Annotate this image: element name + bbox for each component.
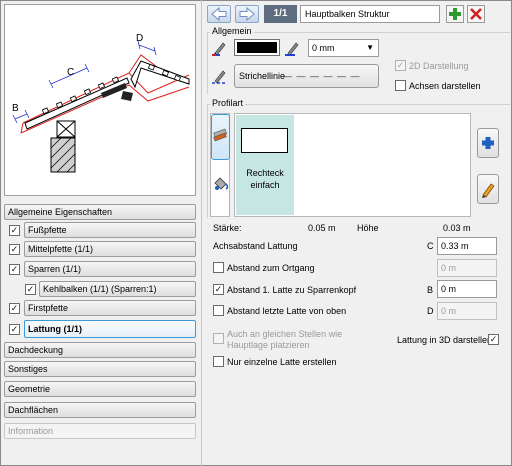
- nav-label: Geometrie: [8, 384, 51, 394]
- abstand-erste-latte-letter: B: [427, 285, 434, 295]
- dim-letter-c: C: [67, 67, 75, 78]
- nav-sparren[interactable]: Sparren (1/1): [24, 261, 196, 277]
- nav-geometrie[interactable]: Geometrie: [4, 381, 196, 397]
- profile-list: Rechteck einfach: [234, 113, 471, 217]
- close-icon[interactable]: [467, 5, 485, 23]
- nav-dachflaechen[interactable]: Dachflächen: [4, 402, 196, 418]
- nav-mittelpfette[interactable]: Mittelpfette (1/1): [24, 241, 196, 257]
- checkbox-fusspfette[interactable]: ✓: [9, 225, 20, 236]
- nav-lattung[interactable]: Lattung (1/1): [24, 320, 196, 338]
- hoehe-label: Höhe: [357, 223, 379, 233]
- line-style-button[interactable]: Strichellinie — — — — — —: [234, 64, 379, 88]
- nav-label: Sparren (1/1): [28, 264, 82, 274]
- achsabstand-input[interactable]: 0.33 m: [437, 237, 497, 255]
- nur-einzelne-latte-label: Nur einzelne Latte erstellen: [227, 357, 337, 367]
- line-width-value: 0 mm: [312, 43, 335, 53]
- line-style-label: Strichellinie: [239, 71, 286, 81]
- achsabstand-label: Achsabstand Lattung: [213, 241, 298, 251]
- plus-icon[interactable]: [477, 128, 499, 158]
- abstand-erste-latte-input[interactable]: 0 m: [437, 280, 497, 298]
- nav-fusspfette[interactable]: Fußpfette: [24, 222, 196, 238]
- nav-firstpfette[interactable]: Firstpfette: [24, 300, 196, 316]
- checkbox-mittelpfette[interactable]: ✓: [9, 244, 20, 255]
- checkbox-hauptlage: [213, 333, 224, 344]
- panel-divider: [201, 0, 202, 466]
- record-counter: 1/1: [264, 5, 297, 23]
- abstand-letzte-latte-letter: D: [427, 306, 434, 316]
- hoehe-value: 0.03 m: [443, 223, 471, 233]
- lattung-3d-label: Lattung in 3D darstellen: [397, 335, 493, 345]
- color-picker[interactable]: [234, 39, 280, 56]
- nav-label: Firstpfette: [28, 303, 69, 313]
- staerke-label: Stärke:: [213, 223, 242, 233]
- pen-color-icon: [212, 39, 229, 56]
- checkbox-nur-einzelne-latte[interactable]: [213, 356, 224, 367]
- nav-label: Dachflächen: [8, 405, 59, 415]
- checkbox-2d-darstellung: ✓: [395, 60, 406, 71]
- nav-label: Lattung (1/1): [28, 324, 82, 334]
- section-title-allgemein: Allgemein: [210, 26, 254, 36]
- checkbox-lattung-3d[interactable]: ✓: [488, 334, 499, 345]
- checkbox-abstand-ortgang[interactable]: [213, 262, 224, 273]
- checkbox-abstand-erste-latte[interactable]: ✓: [213, 284, 224, 295]
- chevron-down-icon: ▼: [366, 43, 374, 52]
- arrow-left-icon[interactable]: [207, 5, 231, 23]
- section-title-profilart: Profilart: [210, 98, 246, 108]
- fill-bucket-icon[interactable]: [212, 175, 229, 192]
- nav-dachdeckung[interactable]: Dachdeckung: [4, 342, 196, 358]
- profile-item-rechteck[interactable]: Rechteck einfach: [236, 115, 294, 215]
- profile-item-label: Rechteck einfach: [246, 168, 284, 190]
- nav-kehlbalken[interactable]: Kehlbalken (1/1) (Sparren:1): [39, 281, 196, 297]
- nav-allgemeine-eigenschaften[interactable]: Allgemeine Eigenschaften: [4, 204, 196, 220]
- checkbox-kehlbalken[interactable]: ✓: [25, 284, 36, 295]
- nav-label: Dachdeckung: [8, 345, 64, 355]
- nav-label: Allgemeine Eigenschaften: [8, 207, 113, 217]
- pen-style-icon: [212, 67, 229, 84]
- checkbox-firstpfette[interactable]: ✓: [9, 303, 20, 314]
- checkbox-abstand-letzte-latte[interactable]: [213, 305, 224, 316]
- abstand-erste-latte-label: Abstand 1. Latte zu Sparrenkopf: [227, 285, 357, 295]
- structure-name-input[interactable]: Hauptbalken Struktur: [300, 5, 440, 23]
- pencil-icon[interactable]: [477, 174, 499, 204]
- nav-label: Mittelpfette (1/1): [28, 244, 94, 254]
- abstand-ortgang-label: Abstand zum Ortgang: [227, 263, 315, 273]
- abstand-ortgang-input: 0 m: [437, 259, 497, 277]
- dim-letter-b: B: [12, 103, 19, 114]
- checkbox-achsen-darstellen[interactable]: [395, 80, 406, 91]
- nav-sonstiges[interactable]: Sonstiges: [4, 361, 196, 377]
- label-2d-darstellung: 2D Darstellung: [409, 61, 469, 71]
- checkbox-lattung[interactable]: ✓: [9, 324, 20, 335]
- abstand-letzte-latte-label: Abstand letzte Latte von oben: [227, 306, 347, 316]
- checkbox-sparren[interactable]: ✓: [9, 264, 20, 275]
- line-style-pattern: — — — — — —: [283, 71, 361, 81]
- roof-drawing: [12, 40, 190, 173]
- hauptlage-label-line2: Hauptlage platzieren: [227, 340, 310, 350]
- nav-label: Information: [8, 426, 54, 436]
- nav-label: Sonstiges: [8, 364, 48, 374]
- nav-information: Information: [4, 423, 196, 439]
- staerke-value: 0.05 m: [308, 223, 336, 233]
- arrow-right-icon[interactable]: [235, 5, 259, 23]
- rectangle-profile-icon: [241, 128, 288, 153]
- nav-label: Kehlbalken (1/1) (Sparren:1): [43, 284, 157, 294]
- label-achsen-darstellen: Achsen darstellen: [409, 81, 481, 91]
- achsabstand-letter: C: [427, 241, 434, 251]
- abstand-letzte-latte-input: 0 m: [437, 302, 497, 320]
- roof-preview: B C D: [4, 4, 196, 196]
- line-width-select[interactable]: 0 mm ▼: [308, 39, 379, 57]
- nav-label: Fußpfette: [28, 225, 67, 235]
- dim-letter-d: D: [136, 33, 144, 44]
- pen-width-icon: [285, 39, 302, 56]
- profile-material-icon[interactable]: [211, 114, 230, 160]
- plus-icon[interactable]: [446, 5, 464, 23]
